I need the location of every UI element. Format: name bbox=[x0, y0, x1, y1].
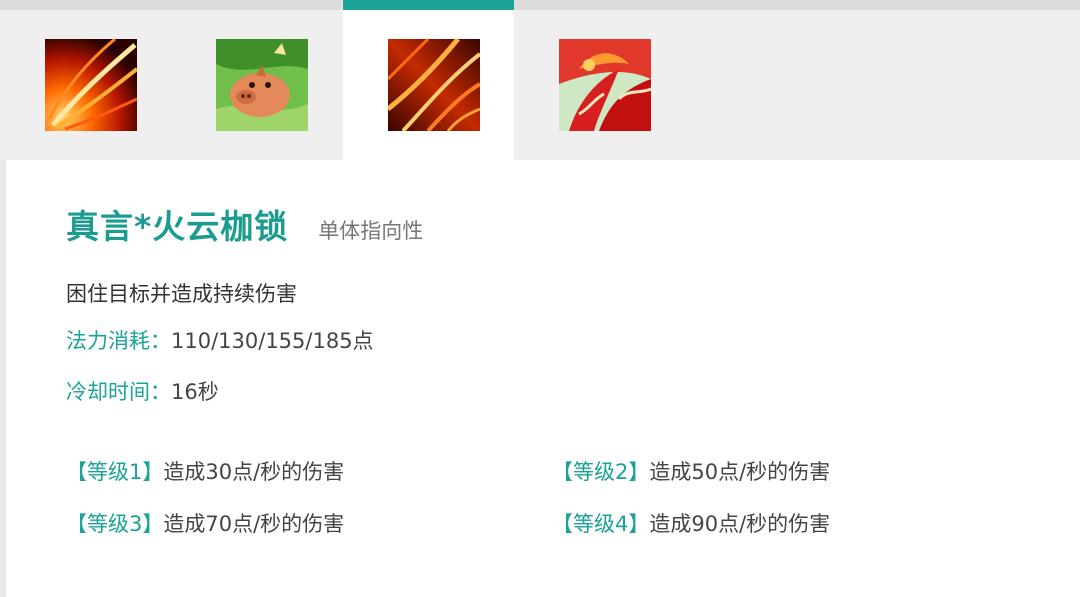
level-text: 造成30点/秒的伤害 bbox=[163, 460, 345, 484]
skill-detail-header: 真言*火云枷锁 单体指向性 bbox=[66, 200, 1066, 248]
skill-tab-bar bbox=[0, 0, 1080, 160]
title-row: 真言*火云枷锁 单体指向性 bbox=[66, 200, 1066, 248]
skill-tab-2[interactable] bbox=[171, 0, 342, 160]
skill-type: 单体指向性 bbox=[318, 219, 424, 243]
cooldown-label: 冷却时间： bbox=[66, 380, 171, 404]
level-item: 【等级2】造成50点/秒的伤害 bbox=[552, 456, 830, 486]
level-text: 造成70点/秒的伤害 bbox=[163, 512, 345, 536]
level-label: 【等级2】 bbox=[552, 460, 650, 484]
skill-tab-3[interactable] bbox=[343, 0, 514, 160]
mana-cost-value: 110/130/155/185点 bbox=[171, 329, 374, 353]
phoenix-icon bbox=[559, 39, 651, 131]
level-label: 【等级1】 bbox=[66, 460, 164, 484]
fire-streak-icon bbox=[45, 39, 137, 131]
level-label: 【等级4】 bbox=[552, 512, 650, 536]
level-text: 造成50点/秒的伤害 bbox=[649, 460, 831, 484]
fire-chains-icon bbox=[388, 39, 480, 131]
skill-tab-4[interactable] bbox=[514, 0, 685, 160]
mana-cost-label: 法力消耗： bbox=[66, 329, 171, 353]
skill-description: 困住目标并造成持续伤害 bbox=[66, 282, 297, 306]
level-label: 【等级3】 bbox=[66, 512, 164, 536]
cooldown-value: 16秒 bbox=[171, 380, 219, 404]
level-text: 造成90点/秒的伤害 bbox=[649, 512, 831, 536]
level-item: 【等级3】造成70点/秒的伤害 bbox=[66, 508, 344, 538]
skill-name: 真言*火云枷锁 bbox=[66, 207, 289, 246]
pig-icon bbox=[216, 39, 308, 131]
mana-cost-row: 法力消耗：110/130/155/185点 bbox=[66, 325, 374, 355]
level-item: 【等级1】造成30点/秒的伤害 bbox=[66, 456, 344, 486]
level-item: 【等级4】造成90点/秒的伤害 bbox=[552, 508, 830, 538]
cooldown-row: 冷却时间：16秒 bbox=[66, 376, 219, 406]
skill-tab-1[interactable] bbox=[0, 0, 171, 160]
tab-bar-top-line bbox=[685, 0, 1080, 10]
